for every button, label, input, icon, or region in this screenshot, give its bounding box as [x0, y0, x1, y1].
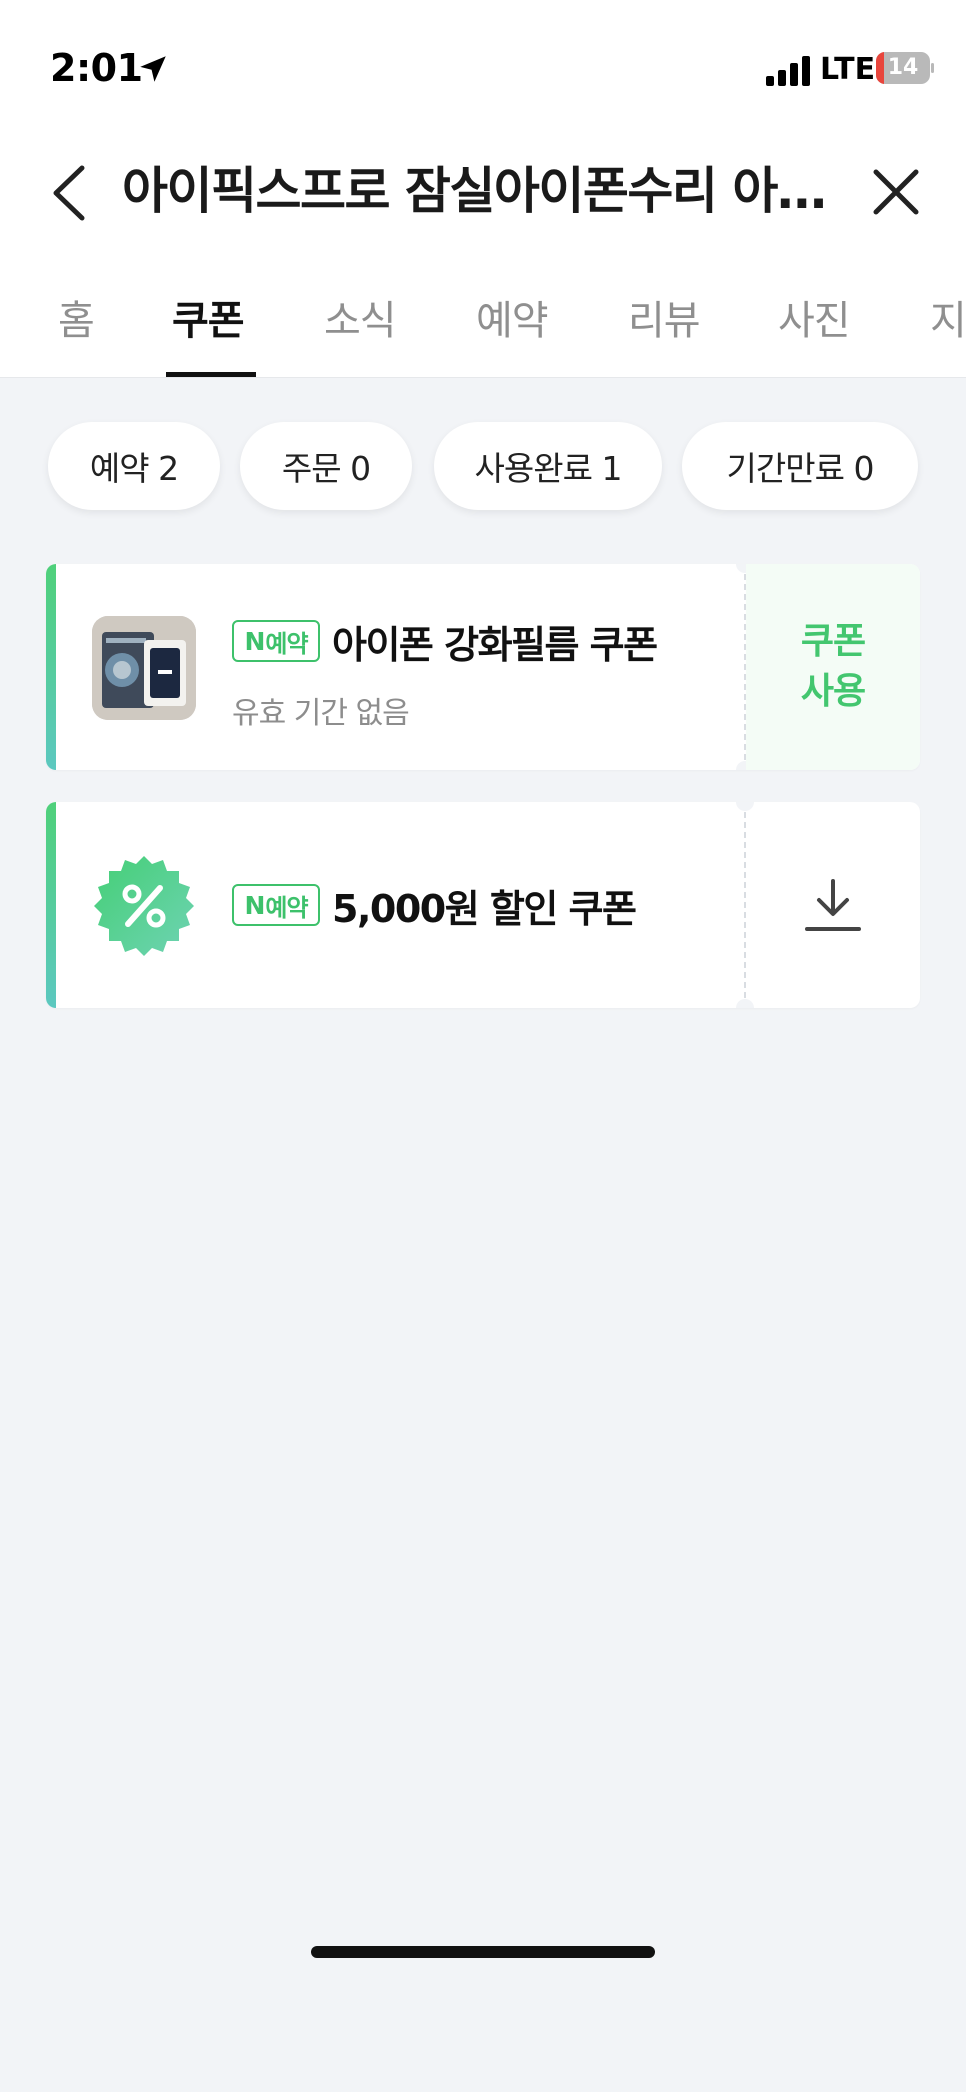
percent-badge-icon	[94, 856, 194, 956]
coupon-card: N 예약 아이폰 강화필름 쿠폰 유효 기간 없음 쿠폰 사용	[46, 564, 920, 770]
status-bar: 2:01 LTE 14	[0, 0, 966, 128]
download-coupon-button[interactable]	[746, 802, 920, 1008]
home-indicator[interactable]	[311, 1946, 655, 1958]
tab-photos[interactable]: 사진	[778, 288, 851, 346]
location-arrow-icon	[140, 56, 166, 82]
coupon-card: N 예약 5,000원 할인 쿠폰	[46, 802, 920, 1008]
use-coupon-button[interactable]: 쿠폰 사용	[746, 564, 920, 770]
coupon-accent-bar	[46, 564, 56, 770]
tab-map[interactable]: 지도	[930, 288, 966, 346]
coupon-validity: 유효 기간 없음	[232, 696, 410, 731]
close-icon[interactable]	[866, 162, 926, 222]
network-label: LTE	[820, 52, 876, 87]
filter-chip-booking[interactable]: 예약 2	[48, 422, 220, 510]
tab-news[interactable]: 소식	[324, 288, 397, 346]
chevron-left-icon[interactable]	[42, 160, 98, 226]
booking-badge: N 예약	[232, 620, 320, 662]
header: 아이픽스프로 잠실아이폰수리 아이폰액정수리 아이패드수리	[0, 128, 966, 258]
coupon-page: 2:01 LTE 14 아이픽스프로 잠실아이폰수리 아이폰액정수리 아이패드수…	[0, 0, 966, 2092]
coupon-accent-bar	[46, 802, 56, 1008]
download-icon	[805, 879, 861, 931]
status-time: 2:01	[50, 46, 143, 90]
battery-level: 14	[887, 55, 919, 80]
active-tab-indicator	[166, 372, 256, 377]
tab-booking[interactable]: 예약	[476, 288, 549, 346]
signal-icon	[766, 56, 810, 86]
battery-icon: 14	[876, 52, 934, 84]
tab-coupon[interactable]: 쿠폰	[172, 288, 245, 346]
tab-bar: 홈 쿠폰 소식 예약 리뷰 사진 지도	[0, 258, 966, 378]
coupon-title: 5,000원 할인 쿠폰	[332, 887, 637, 931]
filter-chip-expired[interactable]: 기간만료 0	[682, 422, 918, 510]
tab-home[interactable]: 홈	[58, 288, 95, 346]
filter-chip-used[interactable]: 사용완료 1	[434, 422, 662, 510]
tab-reviews[interactable]: 리뷰	[628, 288, 701, 346]
coupon-title: 아이폰 강화필름 쿠폰	[332, 623, 658, 667]
filter-chip-order[interactable]: 주문 0	[240, 422, 412, 510]
coupon-product-image	[92, 616, 196, 720]
booking-badge: N 예약	[232, 884, 320, 926]
page-title: 아이픽스프로 잠실아이폰수리 아이폰액정수리 아이패드수리	[122, 162, 842, 220]
